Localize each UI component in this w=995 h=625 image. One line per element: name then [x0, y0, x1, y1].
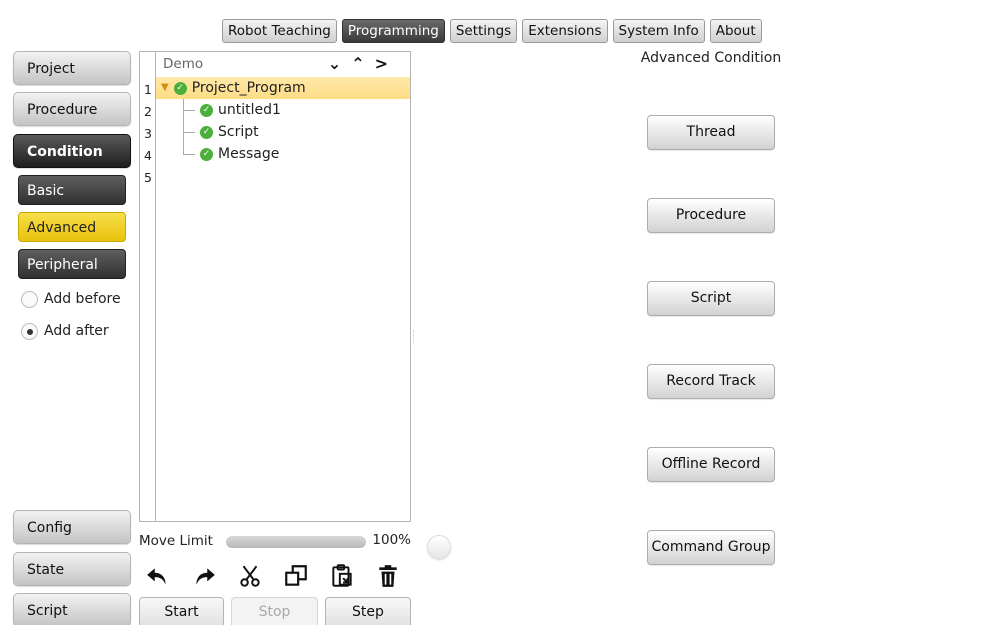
start-button[interactable]: Start	[139, 597, 224, 625]
radio-indicator	[21, 290, 38, 308]
check-icon: ✓	[200, 103, 213, 117]
radio-indicator-checked	[21, 322, 38, 340]
tab-about[interactable]: About	[709, 19, 762, 43]
tab-robot-teaching[interactable]: Robot Teaching	[222, 19, 337, 43]
nav-script-button[interactable]: Script	[13, 593, 131, 625]
tab-extensions[interactable]: Extensions	[522, 19, 608, 43]
undo-icon[interactable]	[143, 561, 173, 591]
line-number: 4	[144, 148, 152, 163]
move-limit-slider-handle[interactable]	[427, 535, 451, 559]
add-before-label: Add before	[44, 291, 121, 307]
move-limit-slider[interactable]	[226, 535, 451, 559]
paste-icon[interactable]	[327, 561, 357, 591]
edit-toolbar	[141, 561, 413, 591]
tab-programming[interactable]: Programming	[341, 19, 445, 43]
check-icon: ✓	[173, 81, 187, 95]
tree-node-label: untitled1	[218, 102, 281, 118]
delete-icon[interactable]	[373, 561, 403, 591]
redo-icon[interactable]	[189, 561, 219, 591]
add-after-label: Add after	[44, 323, 109, 339]
offline-record-button[interactable]: Offline Record	[647, 447, 775, 482]
tree-node[interactable]: ✓ Script	[156, 121, 410, 143]
panel-title: Advanced Condition	[640, 50, 782, 66]
tree-branch-line	[183, 99, 199, 121]
add-before-radio[interactable]: Add before	[21, 288, 121, 310]
check-icon: ✓	[200, 147, 213, 161]
tab-system-info[interactable]: System Info	[612, 19, 705, 43]
move-limit-control: Move Limit 100%	[139, 531, 451, 559]
tree-node-root[interactable]: ▼ ✓ Project_Program	[156, 77, 410, 99]
chevron-up-icon[interactable]: ⌃	[351, 52, 364, 76]
condition-peripheral-button[interactable]: Peripheral	[18, 249, 126, 279]
tree-branch-line	[183, 121, 199, 143]
command-group-button[interactable]: Command Group	[647, 530, 775, 565]
step-button[interactable]: Step	[325, 597, 411, 625]
tree-node-label: Project_Program	[191, 80, 306, 96]
line-number: 3	[144, 126, 152, 141]
panel-splitter-handle[interactable]	[413, 330, 415, 344]
tree-node[interactable]: ✓ Message	[156, 143, 410, 165]
tree-header: Demo ⌄ ⌃ >	[156, 52, 410, 77]
copy-icon[interactable]	[281, 561, 311, 591]
add-after-radio[interactable]: Add after	[21, 320, 109, 342]
line-number: 1	[144, 82, 152, 97]
line-number: 2	[144, 104, 152, 119]
check-icon: ✓	[200, 125, 213, 139]
script-button[interactable]: Script	[647, 281, 775, 316]
tree-node-label: Message	[218, 146, 280, 162]
tree-node-label: Script	[218, 124, 259, 140]
nav-project-button[interactable]: Project	[13, 51, 131, 85]
tab-settings[interactable]: Settings	[449, 19, 518, 43]
cut-icon[interactable]	[235, 561, 265, 591]
line-number-gutter	[139, 51, 156, 522]
thread-button[interactable]: Thread	[647, 115, 775, 150]
nav-condition-button[interactable]: Condition	[13, 134, 131, 168]
nav-state-button[interactable]: State	[13, 552, 131, 586]
chevron-down-icon[interactable]: ⌄	[328, 52, 341, 76]
chevron-right-icon[interactable]: >	[375, 52, 388, 76]
expand-triangle-icon[interactable]: ▼	[161, 77, 169, 99]
program-tree[interactable]: Demo ⌄ ⌃ > ▼ ✓ Project_Program ✓ untitle…	[155, 51, 411, 522]
tree-header-title: Demo	[163, 56, 204, 72]
condition-advanced-button[interactable]: Advanced	[18, 212, 126, 242]
tree-node[interactable]: ✓ untitled1	[156, 99, 410, 121]
move-limit-value: 100%	[372, 532, 411, 548]
top-tab-bar: Robot Teaching Programming Settings Exte…	[222, 19, 762, 43]
procedure-button[interactable]: Procedure	[647, 198, 775, 233]
record-track-button[interactable]: Record Track	[647, 364, 775, 399]
nav-config-button[interactable]: Config	[13, 510, 131, 544]
stop-button[interactable]: Stop	[231, 597, 318, 625]
nav-procedure-button[interactable]: Procedure	[13, 92, 131, 126]
line-number: 5	[144, 170, 152, 185]
condition-basic-button[interactable]: Basic	[18, 175, 126, 205]
tree-branch-line	[183, 143, 199, 165]
move-limit-label: Move Limit	[139, 533, 213, 549]
